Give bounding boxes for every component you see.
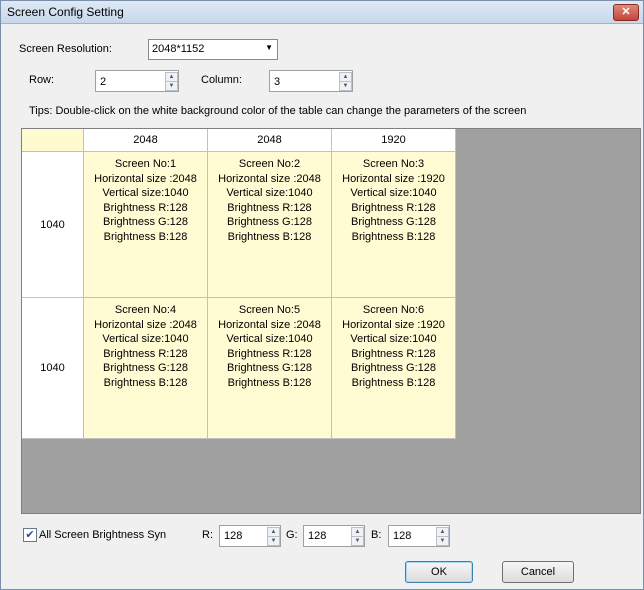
screen-cell-6[interactable]: Screen No:6 Horizontal size :1920 Vertical… [332,298,456,439]
b-decrement-icon[interactable]: ▼ [436,536,449,546]
column-header[interactable]: 2048 [208,129,332,152]
screen-cell-2[interactable]: Screen No:2 Horizontal size :2048 Vertical… [208,152,332,298]
g-label: G: [286,529,298,541]
close-icon: ✕ [621,6,631,18]
g-value[interactable]: 128 [308,530,326,542]
screen-grid[interactable]: 2048 2048 1920 1040 1040 Screen No:1 Hori… [21,128,641,514]
r-stepper[interactable]: 128 ▲ ▼ [219,525,281,547]
brightness-sync-checkbox[interactable]: ✔ [23,528,37,542]
screen-cell-4[interactable]: Screen No:4 Horizontal size :2048 Vertical… [84,298,208,439]
cancel-button[interactable]: Cancel [502,561,574,583]
screen-cell-1[interactable]: Screen No:1 Horizontal size :2048 Vertical… [84,152,208,298]
r-value[interactable]: 128 [224,530,242,542]
column-header[interactable]: 2048 [84,129,208,152]
row-header[interactable]: 1040 [22,298,84,439]
checkmark-icon: ✔ [25,529,35,541]
screen-cell-5[interactable]: Screen No:5 Horizontal size :2048 Vertical… [208,298,332,439]
title-bar[interactable]: Screen Config Setting ✕ [1,1,643,24]
r-label: R: [202,529,213,541]
column-label: Column: [201,74,242,86]
row-decrement-icon[interactable]: ▼ [165,81,178,91]
grid-corner [22,129,84,152]
column-value[interactable]: 3 [274,76,280,88]
row-stepper[interactable]: 2 ▲ ▼ [95,70,179,92]
g-stepper[interactable]: 128 ▲ ▼ [303,525,365,547]
b-value[interactable]: 128 [393,530,411,542]
row-header[interactable]: 1040 [22,152,84,298]
column-header[interactable]: 1920 [332,129,456,152]
resolution-label: Screen Resolution: [19,43,112,55]
tips-text: Tips: Double-click on the white backgrou… [29,105,527,117]
resolution-value: 2048*1152 [152,43,205,55]
chevron-down-icon: ▼ [265,43,273,52]
row-value[interactable]: 2 [100,76,106,88]
ok-button[interactable]: OK [405,561,473,583]
r-decrement-icon[interactable]: ▼ [267,536,280,546]
g-decrement-icon[interactable]: ▼ [351,536,364,546]
close-button[interactable]: ✕ [613,4,639,21]
b-stepper[interactable]: 128 ▲ ▼ [388,525,450,547]
column-decrement-icon[interactable]: ▼ [339,81,352,91]
screen-config-dialog: Screen Config Setting ✕ Screen Resolutio… [0,0,644,590]
brightness-sync-label: All Screen Brightness Syn [39,529,167,541]
dialog-title: Screen Config Setting [7,5,124,19]
b-label: B: [371,529,382,541]
column-stepper[interactable]: 3 ▲ ▼ [269,70,353,92]
row-label: Row: [29,74,55,86]
resolution-dropdown[interactable]: 2048*1152 ▼ [148,39,278,60]
screen-cell-3[interactable]: Screen No:3 Horizontal size :1920 Vertical… [332,152,456,298]
